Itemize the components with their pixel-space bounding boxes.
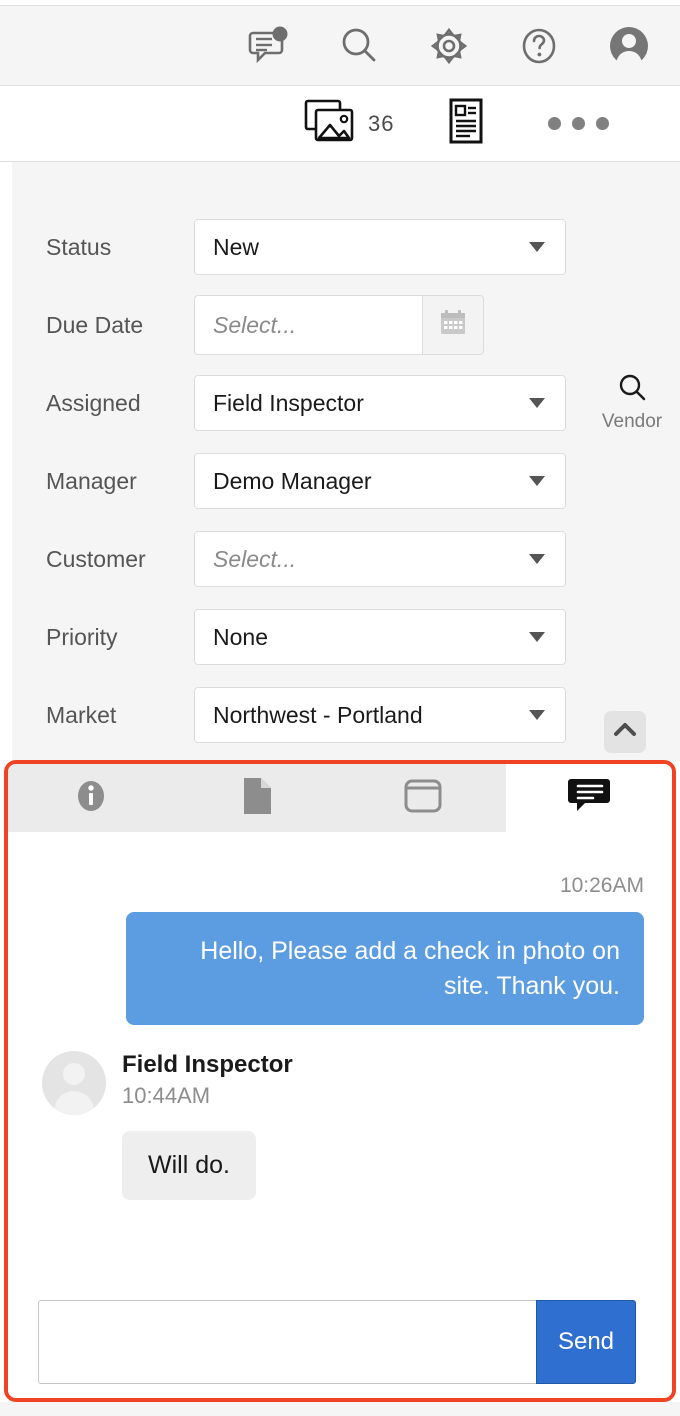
chevron-down-icon — [529, 632, 545, 642]
due-date-input[interactable]: Select... — [194, 295, 422, 355]
app-root: 36 Status New Due Date Select... Assigne… — [0, 0, 680, 1416]
tab-info[interactable] — [8, 764, 174, 832]
label-due-date: Due Date — [46, 311, 144, 338]
photos-button[interactable]: 36 — [303, 98, 394, 149]
outgoing-message-time: 10:26AM — [559, 874, 644, 897]
incoming-sender-name: Field Inspector — [122, 1051, 293, 1078]
field-manager: Demo Manager — [194, 453, 566, 509]
help-icon[interactable] — [516, 23, 562, 69]
customer-select-value: Select... — [213, 545, 297, 572]
calendar-picker-button[interactable] — [422, 295, 484, 355]
label-manager: Manager — [46, 467, 137, 494]
chevron-down-icon — [529, 398, 545, 408]
messages-icon[interactable] — [246, 23, 292, 69]
incoming-message-bubble: Will do. — [122, 1131, 256, 1200]
calendar-icon — [438, 308, 468, 343]
vendor-label: Vendor — [601, 411, 663, 432]
send-button[interactable]: Send — [536, 1300, 636, 1384]
avatar — [42, 1051, 106, 1115]
chevron-down-icon — [529, 554, 545, 564]
record-toolbar: 36 — [0, 86, 680, 162]
label-market: Market — [46, 701, 117, 728]
market-select-value: Northwest - Portland — [213, 701, 423, 728]
priority-select[interactable]: None — [194, 609, 566, 665]
field-assigned: Field Inspector — [194, 375, 566, 431]
gear-icon[interactable] — [426, 23, 472, 69]
form-row-status: Status New — [12, 208, 680, 286]
label-assigned: Assigned — [46, 389, 141, 416]
bottom-strip — [0, 1402, 680, 1416]
form-row-priority: Priority None — [12, 598, 680, 676]
report-button[interactable] — [446, 97, 486, 150]
search-icon — [616, 372, 648, 409]
header-icon-group — [246, 23, 652, 69]
tab-document[interactable] — [174, 764, 340, 832]
field-due-date: Select... — [194, 295, 484, 355]
outgoing-message-bubble: Hello, Please add a check in photo on si… — [126, 912, 644, 1025]
chevron-down-icon — [529, 710, 545, 720]
chat-icon — [567, 776, 611, 821]
field-customer: Select... — [194, 531, 566, 587]
market-select[interactable]: Northwest - Portland — [194, 687, 566, 743]
assigned-select[interactable]: Field Inspector — [194, 375, 566, 431]
label-priority: Priority — [46, 623, 118, 650]
tab-window[interactable] — [340, 764, 506, 832]
chevron-down-icon — [529, 476, 545, 486]
form-row-market: Market Northwest - Portland — [12, 676, 680, 754]
more-dot-3 — [596, 117, 609, 130]
global-header — [0, 5, 680, 86]
manager-select-value: Demo Manager — [213, 467, 372, 494]
priority-select-value: None — [213, 623, 268, 650]
label-status: Status — [46, 233, 112, 260]
incoming-message-header: Field Inspector 10:44AM — [8, 1025, 672, 1115]
assigned-select-value: Field Inspector — [213, 389, 364, 416]
more-dot-2 — [572, 117, 585, 130]
details-form-panel: Status New Due Date Select... Assigned F… — [0, 162, 680, 762]
more-options-button[interactable] — [548, 117, 609, 130]
form-row-due-date: Due Date Select... — [12, 286, 680, 364]
chat-composer: Send — [38, 1300, 636, 1384]
more-dot-1 — [548, 117, 561, 130]
form-row-manager: Manager Demo Manager — [12, 442, 680, 520]
customer-select[interactable]: Select... — [194, 531, 566, 587]
label-customer: Customer — [46, 545, 146, 572]
vendor-search-button[interactable]: Vendor — [597, 372, 667, 433]
status-select-value: New — [213, 233, 260, 260]
field-priority: None — [194, 609, 566, 665]
document-icon — [240, 776, 274, 821]
info-icon — [72, 777, 110, 820]
tab-chat[interactable] — [506, 764, 672, 832]
form-row-customer: Customer Select... — [12, 520, 680, 598]
window-icon — [403, 778, 443, 819]
photos-icon — [303, 98, 357, 149]
chat-panel: 10:26AM Hello, Please add a check in pho… — [4, 760, 676, 1402]
document-report-icon — [446, 98, 486, 149]
field-status: New — [194, 219, 566, 275]
chevron-up-icon — [612, 717, 638, 748]
manager-select[interactable]: Demo Manager — [194, 453, 566, 509]
status-select[interactable]: New — [194, 219, 566, 275]
chat-tabbar — [8, 764, 672, 832]
form-row-assigned: Assigned Field Inspector Vendor — [12, 364, 680, 442]
search-icon[interactable] — [336, 23, 382, 69]
collapse-panel-button[interactable] — [604, 711, 646, 753]
incoming-sender-block: Field Inspector 10:44AM — [122, 1051, 293, 1109]
user-avatar-icon[interactable] — [606, 23, 652, 69]
chat-message-input[interactable] — [38, 1300, 536, 1384]
field-market: Northwest - Portland — [194, 687, 566, 743]
incoming-message-time: 10:44AM — [122, 1083, 211, 1108]
photo-count: 36 — [368, 110, 395, 136]
chat-message-list: 10:26AM Hello, Please add a check in pho… — [8, 832, 672, 1398]
chevron-down-icon — [529, 242, 545, 252]
